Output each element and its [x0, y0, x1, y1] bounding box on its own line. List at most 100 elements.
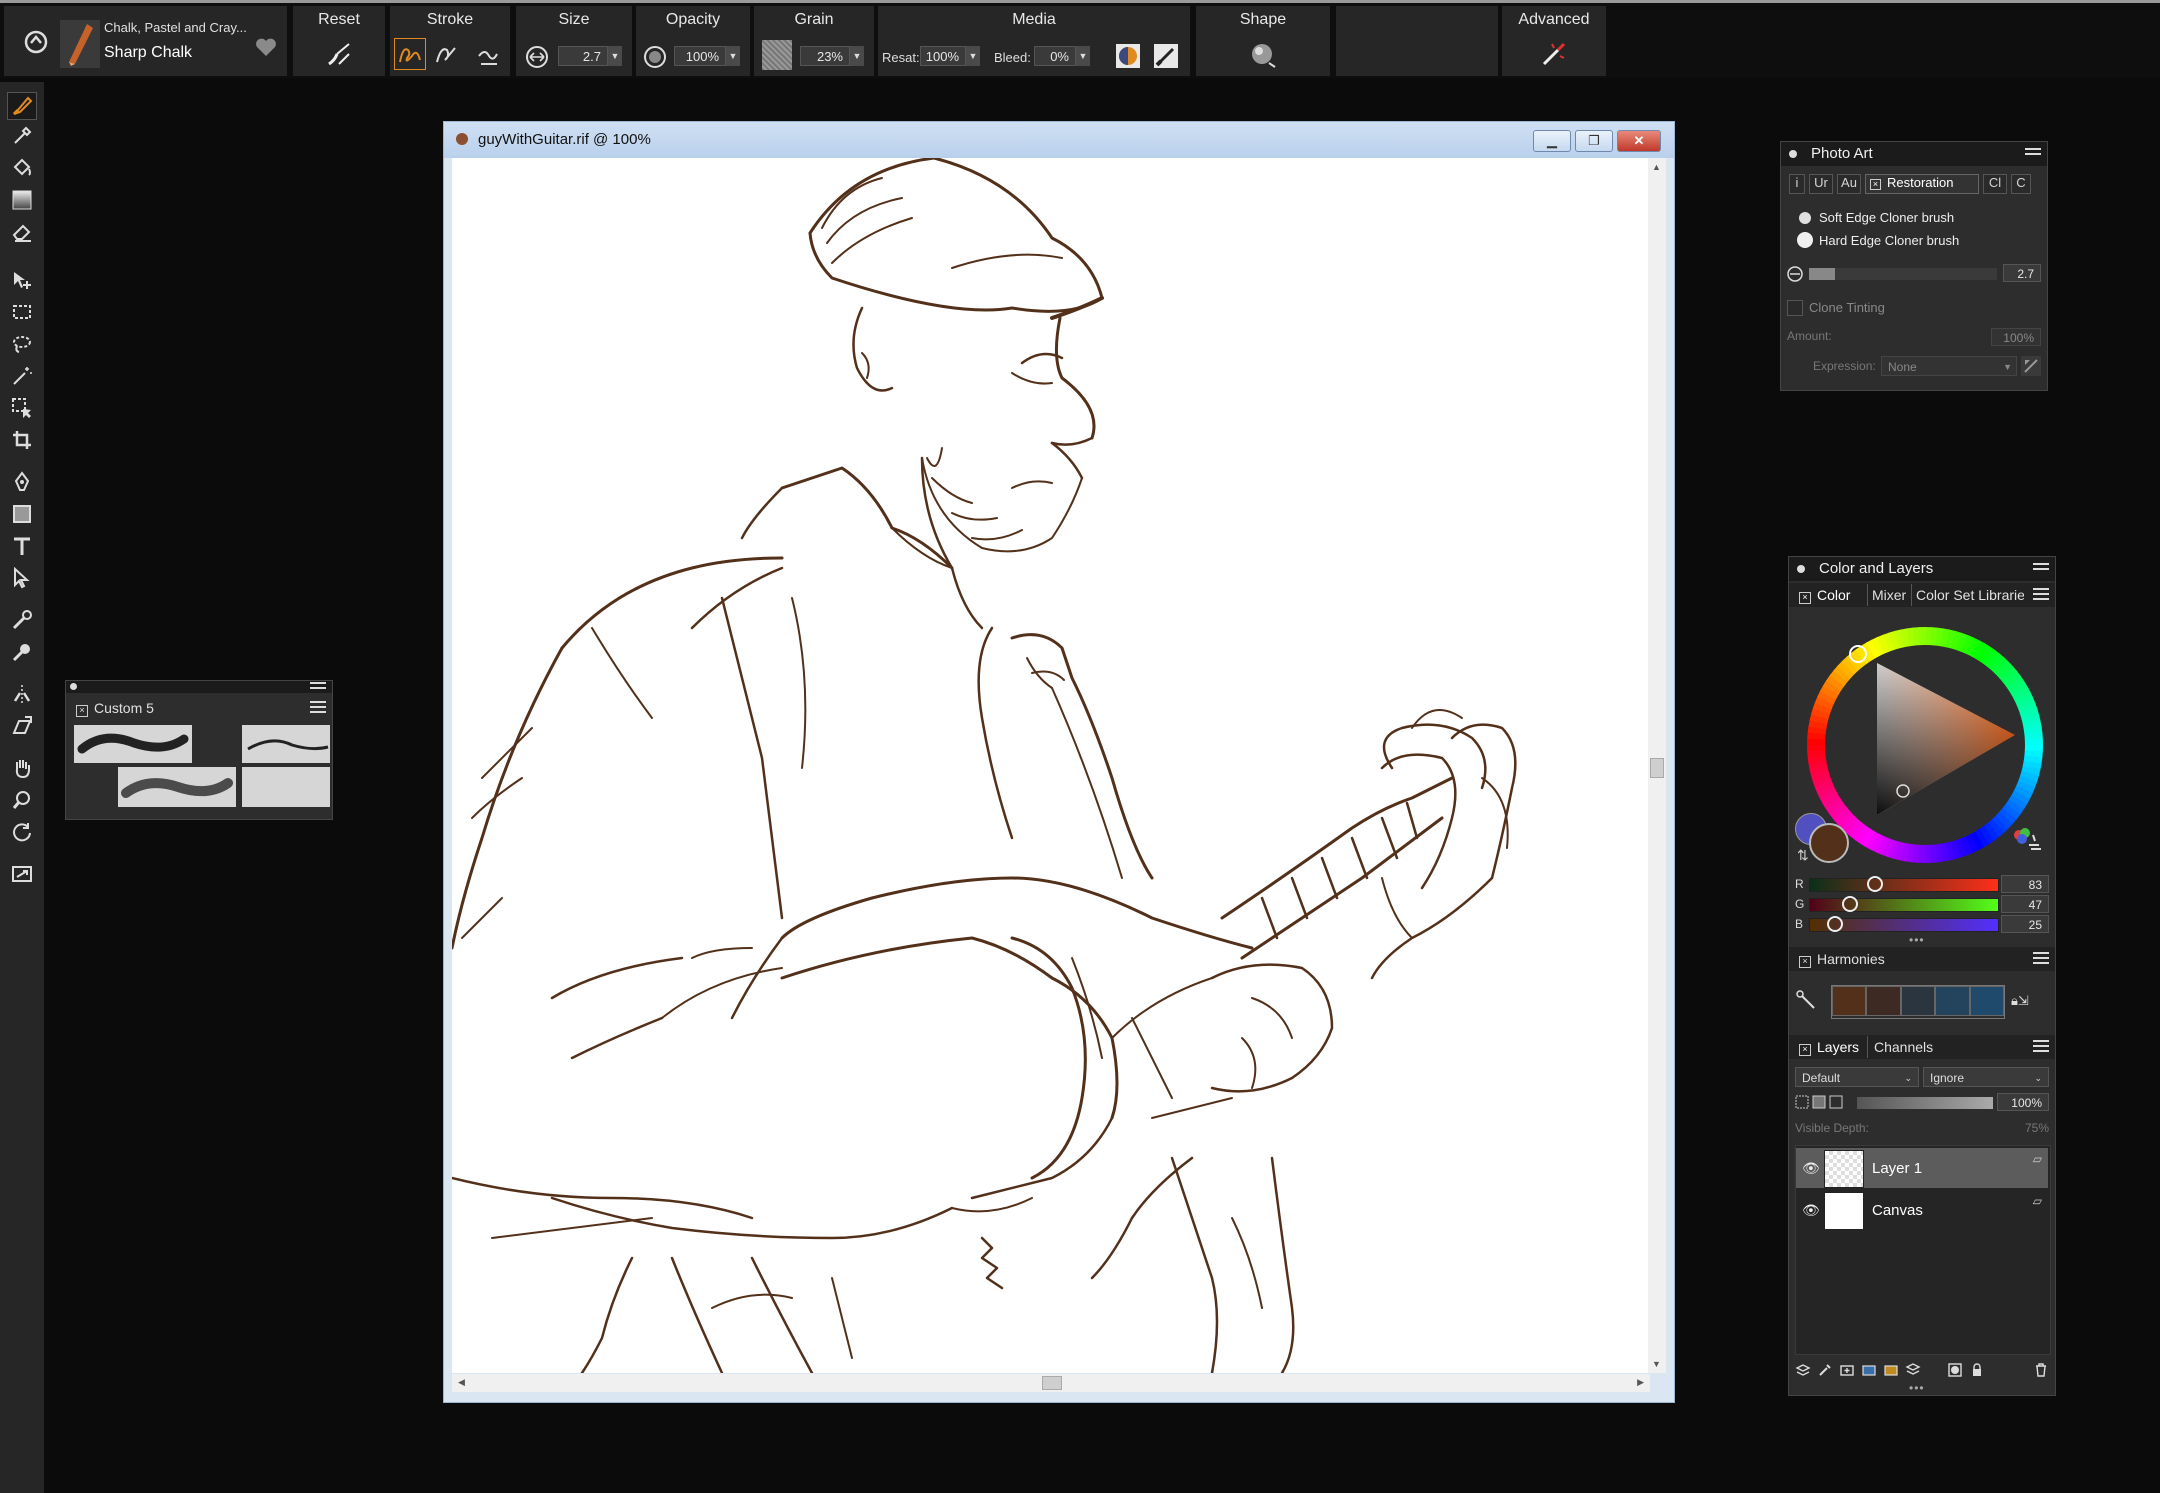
opacity-dynamics-icon[interactable]: [642, 44, 668, 70]
expand-handle-icon[interactable]: •••: [1909, 1381, 1925, 1395]
invert-icon[interactable]: [2021, 356, 2041, 376]
new-watercolor-layer-icon[interactable]: [1861, 1362, 1877, 1378]
text-tool[interactable]: [7, 532, 37, 560]
eraser-tool[interactable]: [7, 218, 37, 246]
green-slider[interactable]: [1809, 896, 1999, 912]
soft-edge-cloner-option[interactable]: Soft Edge Cloner brush: [1799, 210, 1954, 225]
harmonies-menu-icon[interactable]: [2033, 952, 2049, 966]
document-titlebar[interactable]: guyWithGuitar.rif @ 100% ▁ ❐ ✕: [444, 122, 1674, 158]
rectangle-shape-tool[interactable]: [7, 500, 37, 528]
scroll-left-icon[interactable]: ◀: [458, 1377, 465, 1388]
harmony-swatch[interactable]: [1866, 986, 1901, 1016]
composite-depth-dropdown[interactable]: Ignore ⌄: [1923, 1067, 2049, 1087]
perspective-grid-tool[interactable]: [7, 712, 37, 740]
drawing-canvas[interactable]: [450, 156, 1650, 1375]
hue-segment[interactable]: [1918, 627, 1927, 646]
scroll-right-icon[interactable]: ▶: [1637, 1377, 1644, 1388]
main-color-swatch[interactable]: [1809, 823, 1849, 863]
harmony-swatch[interactable]: [1832, 986, 1867, 1016]
harmony-lock-icon[interactable]: 🔒︎⇲: [2011, 993, 2051, 1011]
layer-opacity-field[interactable]: 100%: [1997, 1093, 2049, 1111]
close-button[interactable]: ✕: [1617, 130, 1661, 152]
expression-dropdown[interactable]: None ▼: [1881, 356, 2017, 376]
layer-row-canvas[interactable]: 👁︎ Canvas ▱: [1796, 1190, 2048, 1230]
close-box-icon[interactable]: ×: [76, 705, 88, 717]
color-layers-titlebar[interactable]: Color and Layers: [1789, 557, 2055, 581]
layer-mask-icon[interactable]: [1947, 1362, 1963, 1378]
paint-bucket-tool[interactable]: [7, 154, 37, 182]
tab-layers[interactable]: × Layers: [1799, 1036, 1859, 1058]
scroll-up-icon[interactable]: ▲: [1652, 162, 1661, 172]
opacity-field[interactable]: 100%: [674, 46, 726, 66]
rectangular-selection-tool[interactable]: [7, 298, 37, 326]
mirror-painting-tool[interactable]: [7, 680, 37, 708]
eye-icon[interactable]: 👁︎: [1802, 1202, 1820, 1219]
rotate-page-tool[interactable]: [7, 818, 37, 846]
dropper-tool[interactable]: [7, 122, 37, 150]
dab-shape-icon[interactable]: [1248, 40, 1278, 70]
horizontal-scrollbar[interactable]: ◀ ▶: [452, 1374, 1650, 1392]
blue-slider[interactable]: [1809, 916, 1999, 932]
new-layer-icon[interactable]: [1839, 1362, 1855, 1378]
tab-color[interactable]: × Color: [1799, 584, 1850, 606]
tab-au[interactable]: Au: [1837, 174, 1861, 194]
gradient-tool[interactable]: [7, 186, 37, 214]
eye-icon[interactable]: 👁︎: [1802, 1160, 1820, 1177]
dynamic-plugins-icon[interactable]: [1817, 1362, 1833, 1378]
custom-tab-menu-icon[interactable]: [310, 701, 326, 715]
new-liquid-ink-layer-icon[interactable]: [1883, 1362, 1899, 1378]
tab-ur[interactable]: Ur: [1809, 174, 1833, 194]
size-dropdown-icon[interactable]: ▼: [608, 46, 622, 66]
freehand-stroke-icon[interactable]: [394, 38, 426, 70]
dab-preview-icon[interactable]: [1152, 42, 1180, 70]
r-value-field[interactable]: 83: [2001, 875, 2049, 893]
bleed-dropdown-icon[interactable]: ▼: [1076, 46, 1090, 66]
layers-menu-icon[interactable]: [2033, 1040, 2049, 1054]
layer-lock-icons[interactable]: [1795, 1093, 1855, 1111]
favorite-heart-icon[interactable]: [254, 36, 278, 58]
harmony-swatch[interactable]: [1900, 986, 1936, 1016]
selection-adjuster-tool[interactable]: [7, 394, 37, 422]
hue-segment[interactable]: [1807, 743, 1826, 752]
resat-dropdown-icon[interactable]: ▼: [966, 46, 980, 66]
clone-tinting-checkbox[interactable]: [1787, 300, 1803, 316]
grain-dropdown-icon[interactable]: ▼: [850, 46, 864, 66]
blue-slider-thumb[interactable]: [1827, 916, 1844, 932]
scroll-down-icon[interactable]: ▼: [1652, 1359, 1661, 1369]
resat-field[interactable]: 100%: [920, 46, 966, 66]
brush-selector[interactable]: Chalk, Pastel and Cray... Sharp Chalk: [4, 6, 287, 76]
brush-preset-thin-stroke[interactable]: [242, 725, 330, 763]
minimize-button[interactable]: ▁: [1533, 130, 1571, 152]
close-box-icon[interactable]: ×: [1870, 179, 1881, 190]
close-box-icon[interactable]: ×: [1799, 956, 1811, 968]
delete-layer-icon[interactable]: [2033, 1362, 2049, 1378]
cloner-tool[interactable]: [7, 606, 37, 634]
tab-harmonies[interactable]: × Harmonies: [1799, 948, 1885, 970]
tab-mixer[interactable]: Mixer: [1867, 584, 1910, 606]
brush-preset-soft-stroke[interactable]: [118, 767, 236, 807]
hue-segment[interactable]: [2024, 738, 2043, 747]
harmony-swatch[interactable]: [1935, 986, 1970, 1016]
g-value-field[interactable]: 47: [2001, 895, 2049, 913]
magnifier-tool[interactable]: [7, 786, 37, 814]
magic-wand-tool[interactable]: [7, 362, 37, 390]
brush-preset-empty[interactable]: [242, 767, 330, 807]
close-box-icon[interactable]: ×: [1799, 592, 1811, 604]
layer-opacity-slider[interactable]: [1857, 1097, 1993, 1109]
paper-texture-icon[interactable]: [762, 40, 792, 70]
lasso-tool[interactable]: [7, 330, 37, 358]
hard-edge-cloner-option[interactable]: Hard Edge Cloner brush: [1797, 232, 1959, 248]
photo-art-titlebar[interactable]: Photo Art: [1781, 142, 2047, 166]
brush-preset-thick-stroke[interactable]: [74, 725, 192, 763]
layer-commands-icon[interactable]: [1795, 1362, 1811, 1378]
crop-tool[interactable]: [7, 426, 37, 454]
tab-cl[interactable]: Cl: [1983, 174, 2007, 194]
tab-i[interactable]: i: [1789, 174, 1805, 194]
vertical-scrollbar[interactable]: ▲ ▼: [1648, 158, 1666, 1373]
rubber-stamp-tool[interactable]: [7, 638, 37, 666]
pen-tool[interactable]: [7, 468, 37, 496]
composite-method-dropdown[interactable]: Default ⌄: [1795, 1067, 1919, 1087]
horizontal-scroll-thumb[interactable]: [1042, 1376, 1062, 1390]
size-dynamics-icon[interactable]: [524, 44, 550, 70]
brush-tool[interactable]: [7, 92, 37, 120]
